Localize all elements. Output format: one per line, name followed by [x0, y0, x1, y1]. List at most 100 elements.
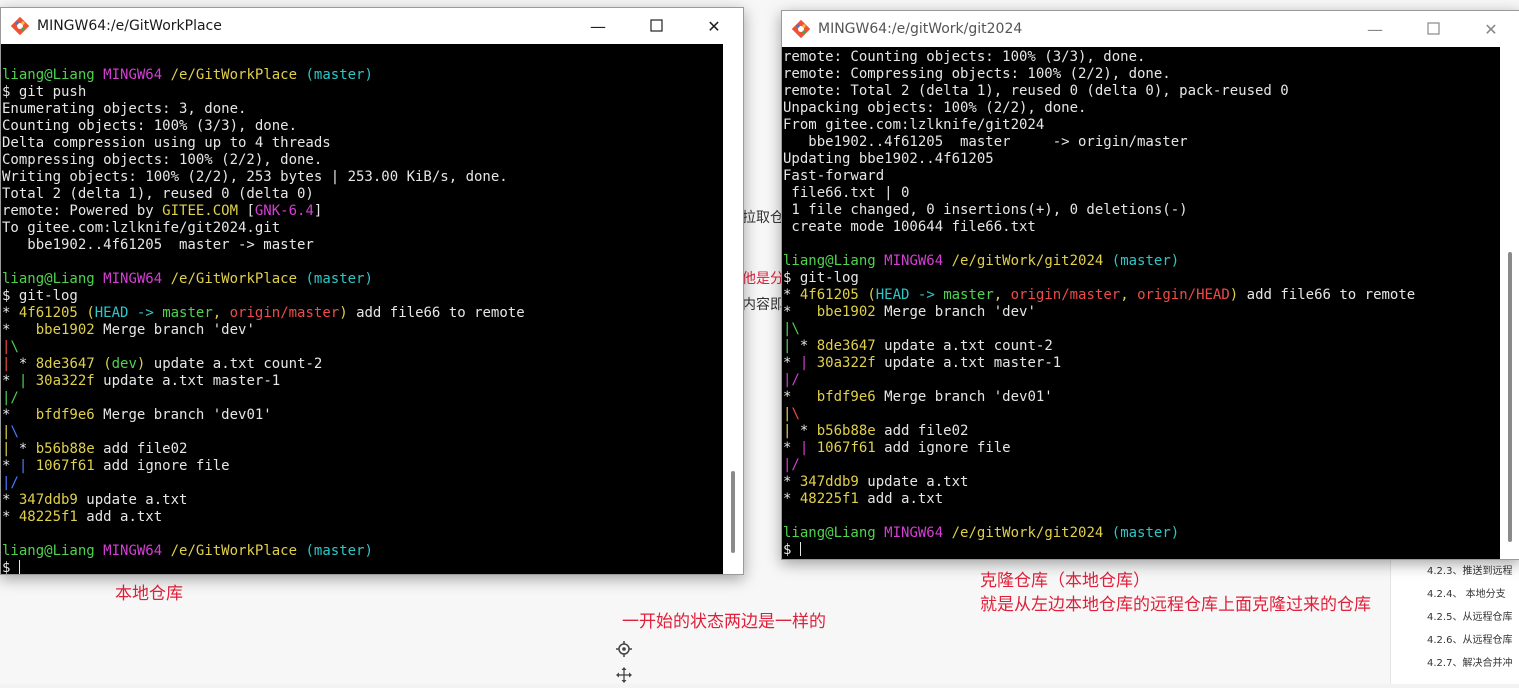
scrollbar-thumb[interactable] — [731, 471, 735, 553]
scrollbar-thumb[interactable] — [1508, 252, 1512, 542]
terminal-line: |\ — [1, 424, 723, 441]
terminal-text: To gitee.com:lzlknife/git2024.git — [2, 220, 281, 236]
terminal-text: bbe1902..4f61205 master -> master — [2, 237, 314, 253]
terminal-window-right[interactable]: MINGW64:/e/gitWork/git2024 — ✕ remote: C… — [781, 10, 1519, 560]
terminal-text: origin/master — [1010, 287, 1121, 303]
terminal-text: origin/master — [229, 305, 340, 321]
crosshair-icon[interactable] — [615, 640, 633, 658]
terminal-text: Merge branch 'dev01' — [94, 407, 272, 423]
scrollbar[interactable] — [1500, 47, 1519, 559]
terminal-text: |/ — [2, 475, 19, 491]
terminal-text: add a.txt — [77, 509, 163, 525]
toc-item[interactable]: 4.2.7、解决合并冲 — [1391, 652, 1519, 675]
toc-item[interactable]: 4.2.6、从远程仓库 — [1391, 629, 1519, 652]
terminal-text: , — [212, 305, 230, 321]
terminal-text: Unpacking objects: 100% (2/2), done. — [783, 100, 1087, 116]
table-of-contents: 4.2.3、推送到远程 4.2.4、 本地分支 4.2.5、从远程仓库 4.2.… — [1390, 560, 1519, 684]
terminal-text: $ git-log — [2, 288, 78, 304]
terminal-text: bfdf9e6 — [816, 389, 876, 405]
terminal-text: Updating bbe1902..4f61205 — [783, 151, 994, 167]
terminal-text: * — [783, 474, 800, 490]
terminal-text: remote: Total 2 (delta 1), reused 0 (del… — [783, 83, 1289, 99]
terminal-line: * 4f61205 (HEAD -> master, origin/master… — [782, 287, 1500, 304]
minimize-button[interactable]: — — [1346, 11, 1404, 47]
terminal-line: * 48225f1 add a.txt — [1, 509, 723, 526]
maximize-button[interactable] — [627, 8, 685, 44]
terminal-line: * bbe1902 Merge branch 'dev' — [1, 322, 723, 339]
terminal-line: * 48225f1 add a.txt — [782, 491, 1500, 508]
scrollbar[interactable] — [723, 44, 743, 574]
terminal-text: * — [2, 458, 19, 474]
maximize-icon — [649, 17, 663, 36]
close-button[interactable]: ✕ — [685, 8, 743, 44]
terminal-text: \ — [10, 339, 19, 355]
terminal-line: * 4f61205 (HEAD -> master, origin/master… — [1, 305, 723, 322]
close-button[interactable]: ✕ — [1462, 11, 1519, 47]
terminal-line: liang@Liang MINGW64 /e/gitWork/git2024 (… — [782, 525, 1500, 542]
terminal-line: Total 2 (delta 1), reused 0 (delta 0) — [1, 186, 723, 203]
terminal-text: b56b88e — [35, 441, 95, 457]
terminal-text: (master) — [1111, 253, 1180, 269]
terminal-text: bbe1902 — [816, 304, 876, 320]
title-bar[interactable]: MINGW64:/e/GitWorkPlace — ✕ — [1, 8, 743, 44]
terminal-text: /e/GitWorkPlace — [170, 271, 298, 287]
minimize-button[interactable]: — — [569, 8, 627, 44]
terminal-text: ( — [86, 305, 95, 321]
terminal-text: * — [791, 423, 817, 439]
background-snippet-1: 拉取仓 — [742, 210, 784, 226]
terminal-line: |/ — [782, 372, 1500, 389]
terminal-line: * bfdf9e6 Merge branch 'dev01' — [1, 407, 723, 424]
move-icon[interactable] — [615, 666, 633, 684]
maximize-button[interactable] — [1404, 11, 1462, 47]
terminal-text: (master) — [305, 67, 373, 83]
text-cursor — [799, 542, 801, 556]
terminal-line: Unpacking objects: 100% (2/2), done. — [782, 100, 1500, 117]
terminal-line: liang@Liang MINGW64 /e/GitWorkPlace (mas… — [1, 271, 723, 288]
terminal-text: * — [2, 509, 19, 525]
terminal-text: add a.txt — [858, 491, 944, 507]
annotation-clone-repo: 克隆仓库（本地仓库） — [980, 571, 1150, 591]
terminal-line: * bfdf9e6 Merge branch 'dev01' — [782, 389, 1500, 406]
toc-item[interactable]: 4.2.4、 本地分支 — [1391, 583, 1519, 606]
terminal-text: update a.txt — [77, 492, 188, 508]
terminal-text: /e/GitWorkPlace — [170, 67, 298, 83]
terminal-text: 4f61205 — [799, 287, 859, 303]
terminal-text: * — [783, 304, 817, 320]
terminal-text: master — [943, 287, 994, 303]
terminal-text: 48225f1 — [18, 509, 78, 525]
terminal-text: * — [783, 440, 800, 456]
terminal-text: bbe1902..4f61205 master -> origin/master — [783, 134, 1188, 150]
terminal-text: |/ — [783, 457, 800, 473]
close-icon: ✕ — [1484, 19, 1498, 39]
background-snippet-2: 他是分 — [742, 271, 784, 287]
terminal-text: remote: Counting objects: 100% (3/3), do… — [783, 49, 1146, 65]
terminal-text: , — [993, 287, 1011, 303]
terminal-text: MINGW64 — [103, 543, 163, 559]
terminal-window-left[interactable]: MINGW64:/e/GitWorkPlace — ✕ liang@Liang … — [0, 7, 744, 575]
terminal-text: (master) — [305, 271, 373, 287]
terminal-text: ( — [867, 287, 876, 303]
terminal-text: MINGW64 — [103, 67, 163, 83]
terminal-text: 1067f61 — [816, 440, 876, 456]
terminal-line: |\ — [782, 406, 1500, 423]
terminal-text: MINGW64 — [884, 525, 944, 541]
terminal-text: remote: Powered by — [2, 203, 163, 219]
terminal-text: liang@Liang — [783, 525, 876, 541]
terminal-text: Enumerating objects: 3, done. — [2, 101, 247, 117]
toc-item[interactable]: 4.2.5、从远程仓库 — [1391, 606, 1519, 629]
title-bar[interactable]: MINGW64:/e/gitWork/git2024 — ✕ — [782, 11, 1519, 47]
toc-item[interactable]: 4.2.3、推送到远程 — [1391, 560, 1519, 583]
terminal-text: * — [2, 407, 36, 423]
terminal-text: \ — [791, 406, 800, 422]
terminal-line: To gitee.com:lzlknife/git2024.git — [1, 220, 723, 237]
terminal-line: |/ — [782, 457, 1500, 474]
terminal-output[interactable]: liang@Liang MINGW64 /e/GitWorkPlace (mas… — [1, 44, 723, 574]
terminal-text: Merge branch 'dev' — [875, 304, 1036, 320]
terminal-output[interactable]: remote: Counting objects: 100% (3/3), do… — [782, 47, 1500, 559]
